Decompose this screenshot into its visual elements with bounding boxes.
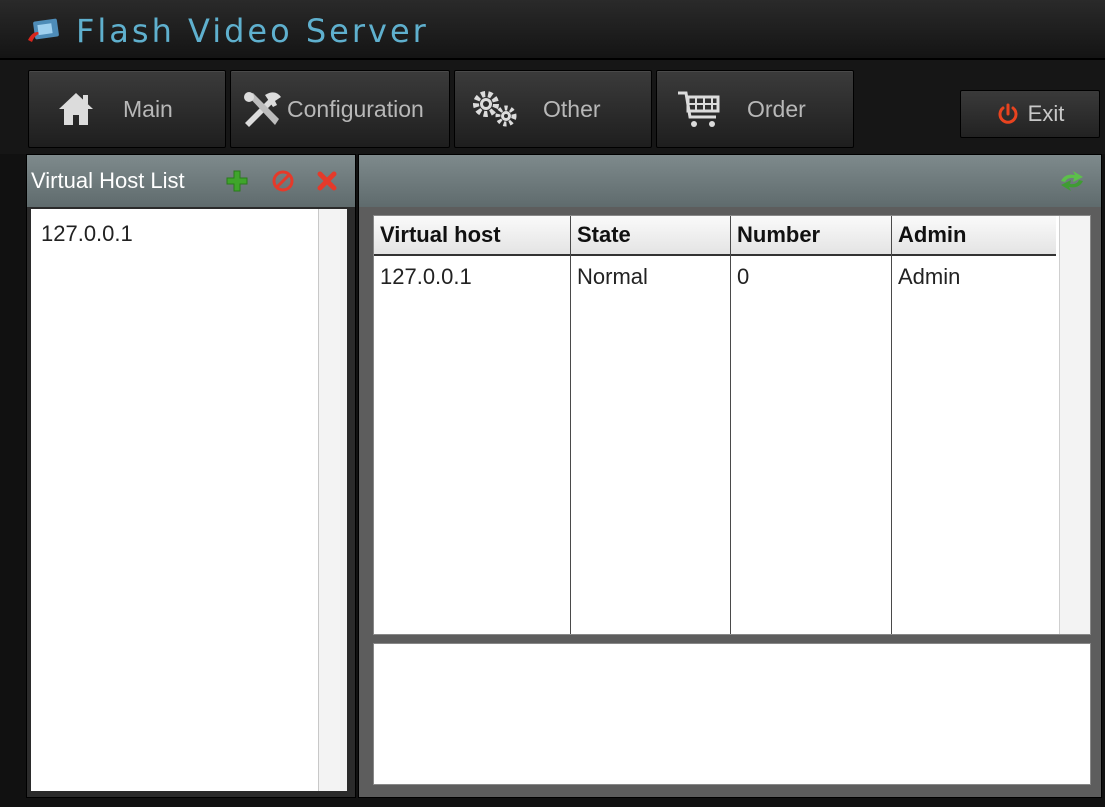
plus-icon[interactable] xyxy=(225,169,249,193)
nav-order-button[interactable]: Order xyxy=(656,70,854,148)
column-header-number[interactable]: Number xyxy=(731,216,891,256)
virtual-host-list-panel: Virtual Host List 127.0.0.1 xyxy=(26,154,356,798)
app-logo-icon xyxy=(28,18,59,42)
table-column: Admin Admin xyxy=(892,216,1056,634)
table-cell[interactable]: 0 xyxy=(737,264,749,290)
nav-main-button[interactable]: Main xyxy=(28,70,226,148)
title-bar: Flash Video Server xyxy=(0,0,1105,60)
exit-button[interactable]: Exit xyxy=(960,90,1100,138)
power-icon xyxy=(996,102,1020,126)
nav-other-button[interactable]: Other xyxy=(454,70,652,148)
nav-configuration-button[interactable]: Configuration xyxy=(230,70,450,148)
virtual-host-list-title: Virtual Host List xyxy=(31,168,185,193)
cart-icon xyxy=(673,87,725,131)
virtual-host-detail-panel: Virtual host 127.0.0.1 State Normal Numb… xyxy=(358,154,1102,798)
nav-other-label: Other xyxy=(543,95,601,122)
table-column: Number 0 xyxy=(731,216,892,634)
host-list-scrollbar[interactable] xyxy=(318,209,347,791)
tools-icon xyxy=(237,89,287,129)
nav-main-label: Main xyxy=(123,95,173,122)
column-header-virtual-host[interactable]: Virtual host xyxy=(374,216,570,256)
nav-order-label: Order xyxy=(747,95,806,122)
table-cell[interactable]: Normal xyxy=(577,264,648,290)
stop-icon[interactable] xyxy=(271,169,295,193)
column-header-state[interactable]: State xyxy=(571,216,730,256)
refresh-icon[interactable] xyxy=(1057,169,1087,193)
home-icon xyxy=(53,89,99,129)
detail-text-area[interactable] xyxy=(373,643,1091,785)
table-cell[interactable]: Admin xyxy=(898,264,960,290)
column-header-admin[interactable]: Admin xyxy=(892,216,1056,256)
app-title: Flash Video Server xyxy=(76,12,429,50)
table-column: State Normal xyxy=(571,216,731,634)
virtual-host-list-header: Virtual Host List xyxy=(27,155,355,208)
delete-icon[interactable] xyxy=(315,169,339,193)
main-toolbar: Main Configuration Other Order Exit xyxy=(0,60,1105,154)
nav-configuration-label: Configuration xyxy=(287,95,424,122)
table-cell[interactable]: 127.0.0.1 xyxy=(380,264,472,290)
virtual-host-table: Virtual host 127.0.0.1 State Normal Numb… xyxy=(373,215,1091,635)
table-column: Virtual host 127.0.0.1 xyxy=(374,216,571,634)
table-scrollbar[interactable] xyxy=(1059,216,1090,634)
gears-icon xyxy=(469,88,521,130)
list-item[interactable]: 127.0.0.1 xyxy=(41,221,133,247)
exit-label: Exit xyxy=(1027,101,1065,126)
virtual-host-list: 127.0.0.1 xyxy=(31,209,347,791)
detail-panel-header xyxy=(359,155,1101,207)
